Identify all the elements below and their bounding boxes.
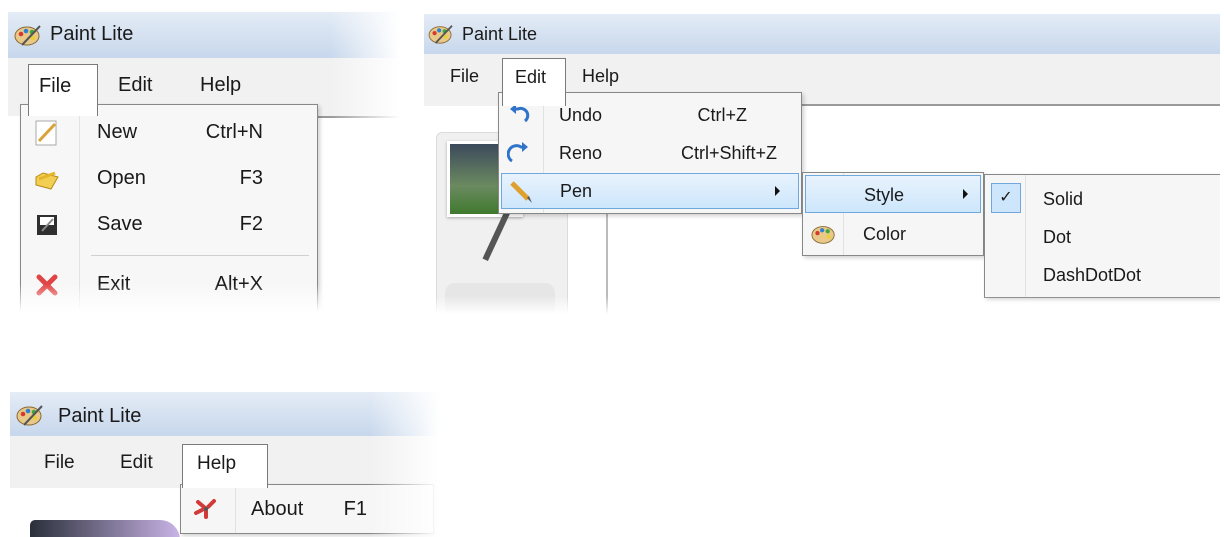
exit-x-icon — [33, 271, 61, 304]
menu-edit[interactable]: Edit — [502, 58, 566, 106]
menu-item-shortcut: Ctrl+Shift+Z — [680, 143, 777, 163]
pen-submenu: Style Color — [802, 172, 984, 256]
app-title: Paint Lite — [58, 405, 142, 427]
file-dropdown: New Ctrl+N Open F3 Save F2 Exit Alt+X — [20, 104, 318, 312]
title-bar: Paint Lite — [424, 14, 1220, 54]
menu-item-label: Reno — [559, 143, 603, 163]
menu-edit[interactable]: Edit — [120, 452, 153, 474]
menu-item-shortcut: F3 — [239, 167, 263, 189]
app-title: Paint Lite — [462, 24, 538, 44]
menu-item-shortcut: Ctrl+Z — [697, 105, 748, 125]
paint-palette-app-icon — [16, 403, 44, 432]
menu-item-label: Exit — [97, 273, 131, 295]
menu-item-dashdotdot[interactable]: DashDotDot — [985, 257, 1220, 295]
menu-separator — [91, 255, 309, 256]
menu-item-shortcut: F1 — [343, 498, 367, 520]
menu-item-about[interactable]: About F1 — [181, 489, 433, 529]
title-bar: Paint Lite — [10, 392, 440, 436]
open-folder-icon — [33, 165, 61, 198]
menu-item-shortcut: Ctrl+N — [205, 121, 263, 143]
app-title: Paint Lite — [50, 23, 134, 45]
paint-palette-app-icon — [428, 23, 454, 50]
menu-help[interactable]: Help — [582, 66, 619, 87]
menu-help[interactable]: Help — [200, 74, 241, 97]
menu-item-new[interactable]: New Ctrl+N — [21, 111, 317, 155]
menu-item-label: Dot — [1043, 227, 1072, 247]
tool-thumbnail-image — [30, 520, 180, 537]
menu-item-label: DashDotDot — [1043, 265, 1142, 285]
menu-file[interactable]: File — [28, 64, 98, 116]
menu-item-label: About — [251, 498, 304, 520]
menu-edit[interactable]: Edit — [118, 74, 152, 97]
menu-item-dot[interactable]: Dot — [985, 219, 1220, 257]
menu-item-solid[interactable]: ✓ Solid — [985, 179, 1220, 217]
edit-dropdown: Undo Ctrl+Z Reno Ctrl+Shift+Z Pen — [498, 92, 802, 214]
new-document-icon — [33, 119, 61, 152]
menu-item-shortcut: Alt+X — [214, 273, 263, 295]
style-submenu: ✓ Solid Dot DashDotDot — [984, 174, 1220, 298]
menu-item-exit[interactable]: Exit Alt+X — [21, 263, 317, 307]
pencil-icon — [508, 179, 534, 210]
submenu-arrow-icon — [775, 186, 780, 196]
title-bar: Paint Lite — [8, 12, 400, 58]
submenu-arrow-icon — [963, 189, 968, 199]
menu-item-color[interactable]: Color — [803, 215, 983, 253]
menu-item-label: Open — [97, 167, 146, 189]
about-icon — [193, 496, 219, 527]
help-menu-window: Paint Lite File Edit Help About F1 — [10, 392, 440, 537]
redo-icon — [506, 141, 531, 170]
menu-item-redo[interactable]: Reno Ctrl+Shift+Z — [499, 135, 801, 171]
canvas-border — [800, 104, 1220, 106]
palette-icon — [811, 222, 837, 251]
menu-item-label: Save — [97, 213, 143, 235]
undo-icon — [507, 103, 531, 132]
canvas-border — [318, 116, 400, 118]
menu-item-pen[interactable]: Pen — [501, 173, 799, 209]
menu-item-open[interactable]: Open F3 — [21, 157, 317, 201]
menu-item-label: Color — [863, 224, 907, 244]
menu-help[interactable]: Help — [182, 444, 268, 488]
checkmark-icon: ✓ — [991, 183, 1021, 213]
menu-bar: File Edit Help — [10, 436, 440, 488]
menu-item-label: Style — [864, 185, 905, 205]
menu-item-shortcut: F2 — [239, 213, 263, 235]
menu-item-label: Undo — [559, 105, 603, 125]
menu-item-save[interactable]: Save F2 — [21, 203, 317, 247]
menu-bar: File Edit Help — [424, 54, 1220, 106]
file-menu-window: Paint Lite File Edit Help New Ctrl+N Ope… — [8, 12, 400, 312]
menu-item-label: Solid — [1043, 189, 1084, 209]
menu-file[interactable]: File — [44, 452, 75, 474]
paint-palette-app-icon — [14, 23, 42, 52]
edit-menu-window: Paint Lite File Edit Help Undo Ctrl+Z Re… — [424, 14, 1220, 314]
save-disk-icon — [33, 211, 61, 244]
help-dropdown: About F1 — [180, 484, 434, 534]
menu-item-label: Pen — [560, 181, 593, 201]
menu-item-label: New — [97, 121, 138, 143]
menu-item-style[interactable]: Style — [805, 175, 981, 213]
menu-file[interactable]: File — [450, 66, 479, 87]
